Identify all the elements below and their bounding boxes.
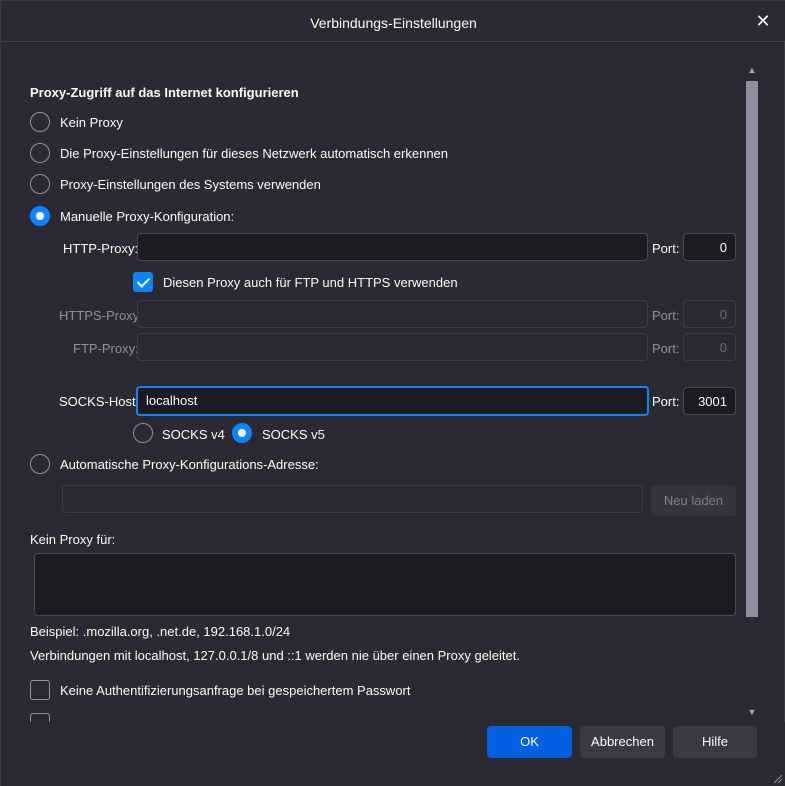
ftp-port-label: Port: [652,341,680,356]
radio-socks-v4-label: SOCKS v4 [162,427,225,442]
help-button[interactable]: Hilfe [673,726,757,758]
radio-socks-v5-label: SOCKS v5 [262,427,325,442]
scroll-up-icon[interactable]: ▲ [745,63,759,77]
resize-grip-icon[interactable] [772,773,782,783]
connection-settings-dialog: Verbindungs-Einstellungen ✕ Proxy-Zugrif… [0,0,785,786]
cancel-button[interactable]: Abbrechen [580,726,665,758]
section-title: Proxy-Zugriff auf das Internet konfiguri… [30,85,299,100]
no-proxy-example: Beispiel: .mozilla.org, .net.de, 192.168… [30,624,291,639]
radio-manual-proxy-label: Manuelle Proxy-Konfiguration: [60,209,235,224]
http-port-input[interactable]: 0 [683,233,736,261]
share-proxy-checkbox[interactable] [133,272,153,292]
radio-socks-v5[interactable] [232,423,252,443]
scroll-down-icon[interactable]: ▼ [745,705,759,719]
no-proxy-for-label: Kein Proxy für: [30,532,116,547]
ftp-proxy-label: FTP-Proxy: [73,341,139,356]
radio-no-proxy-label: Kein Proxy [60,115,123,130]
radio-auto-config-url-label: Automatische Proxy-Konfigurations-Adress… [60,457,319,472]
auto-config-url-input[interactable] [62,485,643,513]
http-proxy-input[interactable] [137,233,648,261]
content-scrollbar[interactable]: ▲ ▼ [745,63,759,721]
radio-no-proxy[interactable] [30,112,50,132]
radio-socks-v4[interactable] [133,423,153,443]
close-icon[interactable]: ✕ [754,11,772,31]
localhost-note: Verbindungen mit localhost, 127.0.0.1/8 … [30,648,520,663]
scroll-thumb[interactable] [746,81,758,617]
https-proxy-input[interactable] [137,300,648,328]
title-bar: Verbindungs-Einstellungen ✕ [1,1,785,42]
ftp-port-input[interactable]: 0 [683,333,736,361]
dns-socks-checkbox[interactable] [30,713,50,722]
dialog-title: Verbindungs-Einstellungen [310,15,477,31]
socks-host-input[interactable]: localhost [136,386,649,416]
radio-auto-config-url[interactable] [30,454,50,474]
radio-auto-detect[interactable] [30,143,50,163]
https-port-input[interactable]: 0 [683,300,736,328]
socks-port-label: Port: [652,394,680,409]
socks-host-label: SOCKS-Host: [59,394,140,409]
radio-system-proxy-label: Proxy-Einstellungen des Systems verwende… [60,177,321,192]
socks-port-input[interactable]: 3001 [683,387,736,415]
https-proxy-label: HTTPS-Proxy [59,308,140,323]
no-auth-prompt-checkbox[interactable] [30,680,50,700]
ftp-proxy-input[interactable] [137,333,648,361]
http-proxy-label: HTTP-Proxy: [63,241,139,256]
https-port-label: Port: [652,308,680,323]
radio-system-proxy[interactable] [30,174,50,194]
http-port-label: Port: [652,241,680,256]
reload-button[interactable]: Neu laden [651,485,736,516]
dialog-content: Proxy-Zugriff auf das Internet konfiguri… [1,42,745,722]
dialog-footer: OK Abbrechen Hilfe [1,722,785,786]
radio-auto-detect-label: Die Proxy-Einstellungen für dieses Netzw… [60,146,449,161]
share-proxy-label: Diesen Proxy auch für FTP und HTTPS verw… [163,275,458,290]
radio-manual-proxy[interactable] [30,206,50,226]
no-proxy-for-textarea[interactable] [34,553,736,616]
no-auth-prompt-label: Keine Authentifizierungsanfrage bei gesp… [60,683,411,698]
ok-button[interactable]: OK [487,726,572,758]
